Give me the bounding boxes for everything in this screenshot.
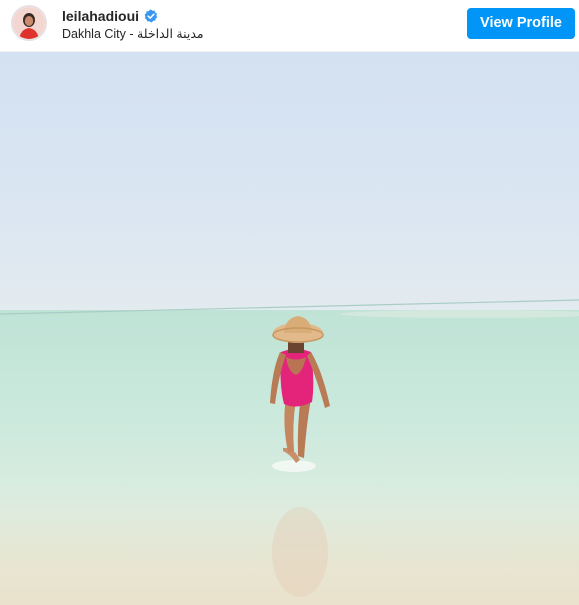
instagram-embed: leilahadioui Dakhla City - مدينة الداخلة… — [0, 0, 579, 605]
username[interactable]: leilahadioui — [62, 7, 139, 25]
post-photo[interactable] — [0, 52, 579, 605]
view-profile-button[interactable]: View Profile — [467, 8, 575, 39]
username-row: leilahadioui — [62, 7, 158, 25]
avatar-image — [13, 7, 45, 39]
post-location[interactable]: Dakhla City - مدينة الداخلة — [62, 26, 204, 42]
post-header: leilahadioui Dakhla City - مدينة الداخلة… — [0, 0, 579, 52]
beach-photo — [0, 52, 579, 605]
profile-avatar[interactable] — [11, 5, 47, 41]
verified-badge-icon — [144, 9, 158, 23]
